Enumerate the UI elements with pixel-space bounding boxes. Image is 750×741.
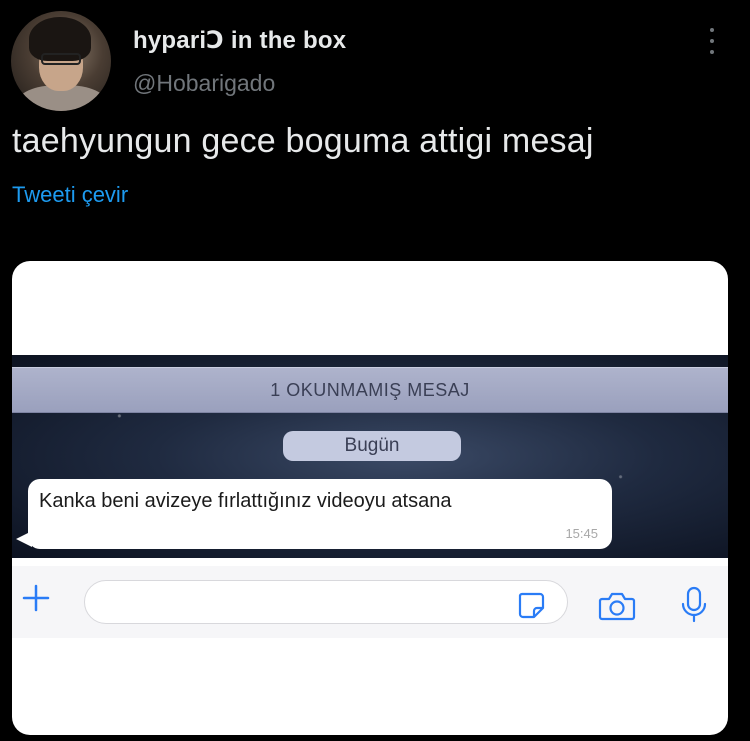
- avatar-glasses: [41, 53, 81, 65]
- message-time: 15:45: [565, 526, 598, 541]
- avatar[interactable]: [11, 11, 111, 111]
- unread-messages-banner: 1 OKUNMAMIŞ MESAJ: [12, 367, 728, 413]
- chat-screenshot: 1 OKUNMAMIŞ MESAJ Bugün Kanka beni avize…: [12, 355, 728, 558]
- date-badge: Bugün: [283, 431, 461, 461]
- more-dot: [710, 50, 714, 54]
- more-dot: [710, 28, 714, 32]
- message-text: Kanka beni avizeye fırlattığınız videoyu…: [39, 490, 452, 512]
- message-input[interactable]: [84, 580, 568, 624]
- chat-input-bar: [12, 566, 728, 638]
- mic-icon[interactable]: [680, 586, 708, 624]
- translate-tweet-link[interactable]: Tweeti çevir: [12, 182, 128, 208]
- more-dot: [710, 39, 714, 43]
- plus-icon[interactable]: [22, 584, 50, 612]
- message-bubble: Kanka beni avizeye fırlattığınız videoyu…: [16, 479, 612, 549]
- sticker-icon[interactable]: [516, 590, 546, 620]
- user-handle[interactable]: @Hobarigado: [133, 70, 275, 97]
- camera-icon[interactable]: [598, 590, 636, 622]
- more-vertical-icon[interactable]: [704, 28, 720, 54]
- tweet-page: hypariↃ in the box @Hobarigado taehyungu…: [0, 0, 750, 741]
- tweet-text: taehyungun gece boguma attigi mesaj: [12, 122, 594, 160]
- tweet-media-image[interactable]: 1 OKUNMAMIŞ MESAJ Bugün Kanka beni avize…: [12, 261, 728, 735]
- display-name[interactable]: hypariↃ in the box: [133, 26, 346, 55]
